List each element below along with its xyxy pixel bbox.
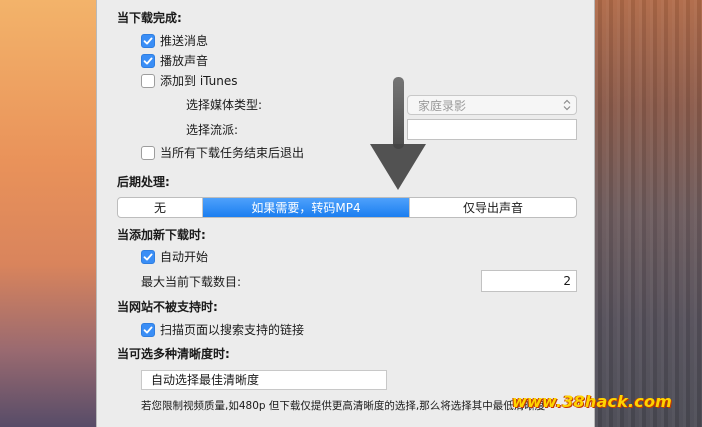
play-sound-label: 播放声音	[160, 54, 209, 68]
site-watermark: www.38hack.com	[512, 392, 673, 411]
tutorial-arrow-down-icon	[370, 77, 426, 190]
desktop-wallpaper-left	[0, 0, 96, 427]
segment-transcode-mp4[interactable]: 如果需要，转码MP4	[203, 198, 410, 217]
add-to-itunes-label: 添加到 iTunes	[160, 74, 238, 88]
auto-start-option[interactable]: 自动开始	[141, 249, 208, 265]
segment-audio-only[interactable]: 仅导出声音	[410, 198, 576, 217]
add-to-itunes-checkbox[interactable]	[141, 74, 155, 88]
genre-label: 选择流派:	[186, 123, 239, 137]
scan-page-label: 扫描页面以搜索支持的链接	[160, 323, 305, 337]
play-sound-checkbox[interactable]	[141, 54, 155, 68]
push-notification-option[interactable]: 推送消息	[141, 33, 208, 49]
quit-after-downloads-checkbox[interactable]	[141, 146, 155, 160]
quit-after-downloads-label: 当所有下载任务结束后退出	[160, 146, 305, 160]
preferences-panel: 当下载完成: 推送消息 播放声音 添加到 iTunes 选择媒体类型: 家庭录影…	[96, 0, 595, 427]
segment-none[interactable]: 无	[118, 198, 203, 217]
post-processing-heading: 后期处理:	[117, 175, 170, 189]
play-sound-option[interactable]: 播放声音	[141, 53, 208, 69]
quit-after-downloads-option[interactable]: 当所有下载任务结束后退出	[141, 145, 304, 161]
quality-note: 若您限制视频质量,如480p 但下载仅提供更高清晰度的选择,那么将选择其中最低清…	[141, 400, 546, 412]
new-download-heading: 当添加新下载时:	[117, 228, 206, 242]
scan-page-option[interactable]: 扫描页面以搜索支持的链接	[141, 322, 304, 338]
auto-start-label: 自动开始	[160, 250, 209, 264]
media-type-popup[interactable]: 家庭录影	[407, 95, 577, 115]
scan-page-checkbox[interactable]	[141, 323, 155, 337]
max-downloads-label: 最大当前下载数目:	[141, 275, 242, 289]
push-notification-label: 推送消息	[160, 34, 209, 48]
push-notification-checkbox[interactable]	[141, 34, 155, 48]
chevron-updown-icon	[563, 99, 571, 111]
max-downloads-field[interactable]: 2	[481, 270, 577, 292]
add-to-itunes-option[interactable]: 添加到 iTunes	[141, 73, 238, 89]
download-complete-heading: 当下载完成:	[117, 11, 182, 25]
auto-start-checkbox[interactable]	[141, 250, 155, 264]
quality-heading: 当可选多种清晰度时:	[117, 347, 230, 361]
media-type-label: 选择媒体类型:	[186, 98, 263, 112]
post-processing-segmented-control[interactable]: 无 如果需要，转码MP4 仅导出声音	[117, 197, 577, 218]
quality-combo-box[interactable]: 自动选择最佳清晰度	[141, 370, 387, 390]
desktop-wallpaper-right	[595, 0, 702, 427]
genre-field[interactable]	[407, 119, 577, 140]
unsupported-site-heading: 当网站不被支持时:	[117, 300, 218, 314]
